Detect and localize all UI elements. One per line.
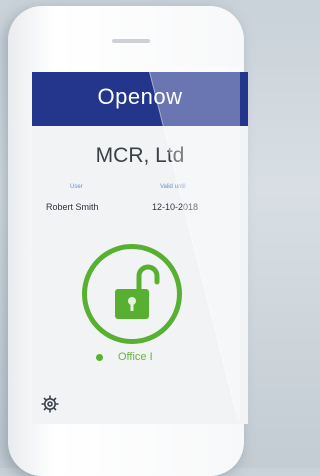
- padlock-open-icon: [115, 264, 160, 319]
- app-screen: Openow MCR, Ltd User Valid until Robert …: [32, 72, 248, 424]
- user-name: Robert Smith: [46, 202, 99, 212]
- phone-speaker: [112, 39, 150, 43]
- door-status-dot: [96, 354, 103, 361]
- app-logo: Openow: [97, 84, 183, 109]
- unlock-button[interactable]: [82, 244, 182, 344]
- app-header: Openow: [32, 72, 248, 126]
- gear-icon: [41, 395, 59, 413]
- door-name[interactable]: Office I: [118, 351, 153, 363]
- valid-until-date: 12-10-2018: [152, 202, 199, 212]
- user-label: User: [70, 184, 83, 190]
- settings-button[interactable]: [40, 394, 60, 414]
- valid-until-label: Valid until: [160, 184, 186, 190]
- company-name: MCR, Ltd: [95, 144, 185, 167]
- phone-frame: Openow MCR, Ltd User Valid until Robert …: [8, 6, 248, 476]
